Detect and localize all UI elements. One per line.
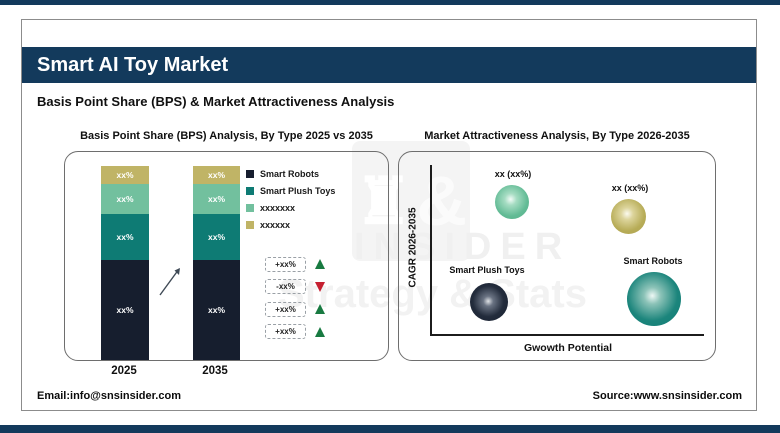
bubble-label: xx (xx%) (495, 169, 532, 179)
attractiveness-chart-title: Market Attractiveness Analysis, By Type … (398, 130, 716, 142)
main-card: ♜ & INSIDER Strategy & Stats Smart AI To… (21, 19, 757, 411)
delta-item: -xx% (265, 276, 325, 299)
bar-segment: xx% (193, 260, 240, 360)
bubble-seafoam (495, 185, 529, 219)
bubble-smart-plush-toys (470, 283, 508, 321)
segment-value: xx% (208, 305, 225, 315)
segment-value: xx% (116, 232, 133, 242)
bubble-label: xx (xx%) (612, 183, 649, 193)
bps-legend: Smart Robots Smart Plush Toys xxxxxxx xx… (246, 165, 335, 233)
segment-value: xx% (208, 194, 225, 204)
delta-value-box: -xx% (265, 279, 306, 294)
trend-up-icon (315, 259, 325, 269)
growth-arrow-icon (157, 264, 185, 298)
trend-up-icon (315, 304, 325, 314)
header-band: Smart AI Toy Market (22, 47, 756, 83)
trend-down-icon (315, 282, 325, 292)
infographic-canvas: ♜ & INSIDER Strategy & Stats Smart AI To… (0, 0, 780, 433)
delta-item: +xx% (265, 253, 325, 276)
legend-swatch (246, 221, 254, 229)
attractiveness-chart-panel: CAGR 2026-2035 Gwowth Potential xx (xx%)… (398, 151, 716, 361)
bar-segment: xx% (101, 184, 149, 214)
delta-item: +xx% (265, 298, 325, 321)
footer-email: Email:info@snsinsider.com (37, 390, 181, 402)
stacked-bar-2025: xx% xx% xx% xx% (101, 166, 149, 360)
bar-segment: xx% (193, 184, 240, 214)
bubble-khaki (611, 199, 646, 234)
legend-label: Smart Plush Toys (260, 186, 335, 196)
bps-chart-title: Basis Point Share (BPS) Analysis, By Typ… (64, 130, 389, 142)
bps-delta-list: +xx% -xx% +xx% +xx% (265, 253, 325, 343)
top-accent-strip (0, 0, 780, 5)
bps-chart-panel: xx% xx% xx% xx% xx% xx% (64, 151, 389, 361)
segment-value: xx% (116, 305, 133, 315)
legend-swatch (246, 204, 254, 212)
x-axis-label-2025: 2025 (94, 365, 154, 377)
legend-item: xxxxxx (246, 216, 335, 233)
bubble-label: Smart Robots (623, 256, 682, 266)
bubble-smart-robots (627, 272, 681, 326)
bottom-accent-strip (0, 425, 780, 433)
x-axis-label-2035: 2035 (185, 365, 245, 377)
bubble-label: Smart Plush Toys (449, 265, 524, 275)
bar-segment: xx% (101, 260, 149, 360)
legend-label: Smart Robots (260, 169, 319, 179)
page-subtitle: Basis Point Share (BPS) & Market Attract… (37, 94, 394, 109)
delta-value-box: +xx% (265, 257, 306, 272)
footer-source: Source:www.snsinsider.com (593, 390, 742, 402)
legend-swatch (246, 187, 254, 195)
bar-segment: xx% (101, 166, 149, 184)
delta-item: +xx% (265, 321, 325, 344)
bar-segment: xx% (193, 166, 240, 184)
x-axis-line (430, 334, 704, 336)
legend-label: xxxxxxx (260, 203, 295, 213)
bar-segment: xx% (101, 214, 149, 260)
segment-value: xx% (116, 194, 133, 204)
legend-item: xxxxxxx (246, 199, 335, 216)
trend-up-icon (315, 327, 325, 337)
delta-value-box: +xx% (265, 324, 306, 339)
page-title: Smart AI Toy Market (22, 47, 756, 83)
y-axis-title: CAGR 2026-2035 (408, 188, 419, 308)
legend-item: Smart Robots (246, 165, 335, 182)
legend-label: xxxxxx (260, 220, 290, 230)
segment-value: xx% (116, 170, 133, 180)
delta-value-box: +xx% (265, 302, 306, 317)
segment-value: xx% (208, 170, 225, 180)
legend-item: Smart Plush Toys (246, 182, 335, 199)
legend-swatch (246, 170, 254, 178)
bar-segment: xx% (193, 214, 240, 260)
x-axis-title: Gwowth Potential (498, 342, 638, 354)
y-axis-line (430, 165, 432, 335)
stacked-bar-2035: xx% xx% xx% xx% (193, 166, 240, 360)
segment-value: xx% (208, 232, 225, 242)
